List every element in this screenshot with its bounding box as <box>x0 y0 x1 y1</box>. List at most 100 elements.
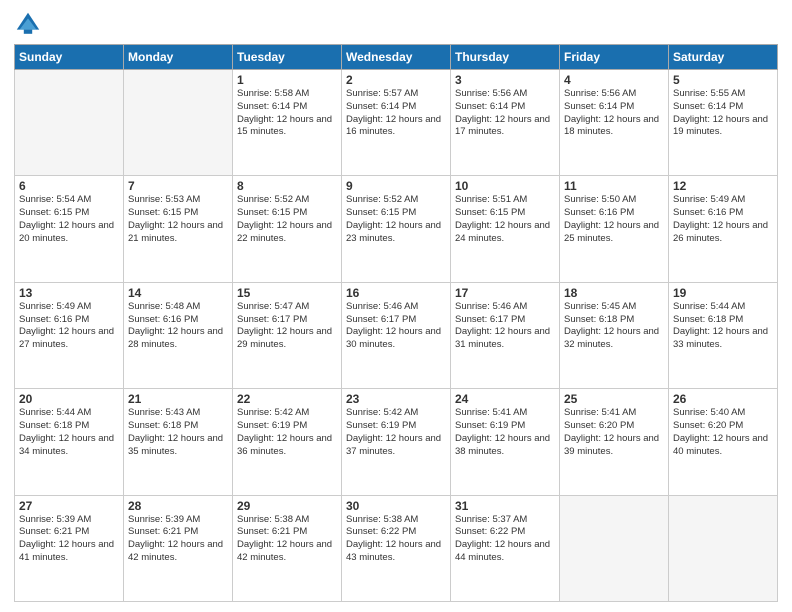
day-info: Sunrise: 5:40 AMSunset: 6:20 PMDaylight:… <box>673 407 773 458</box>
calendar-cell: 16Sunrise: 5:46 AMSunset: 6:17 PMDayligh… <box>342 282 451 388</box>
day-info: Sunrise: 5:48 AMSunset: 6:16 PMDaylight:… <box>128 301 228 352</box>
day-info: Sunrise: 5:49 AMSunset: 6:16 PMDaylight:… <box>673 194 773 245</box>
day-number: 2 <box>346 73 446 87</box>
calendar-cell: 29Sunrise: 5:38 AMSunset: 6:21 PMDayligh… <box>233 495 342 601</box>
day-info: Sunrise: 5:43 AMSunset: 6:18 PMDaylight:… <box>128 407 228 458</box>
calendar-cell: 6Sunrise: 5:54 AMSunset: 6:15 PMDaylight… <box>15 176 124 282</box>
day-info: Sunrise: 5:50 AMSunset: 6:16 PMDaylight:… <box>564 194 664 245</box>
day-info: Sunrise: 5:46 AMSunset: 6:17 PMDaylight:… <box>455 301 555 352</box>
day-info: Sunrise: 5:38 AMSunset: 6:22 PMDaylight:… <box>346 514 446 565</box>
day-number: 9 <box>346 179 446 193</box>
header <box>14 10 778 38</box>
day-number: 15 <box>237 286 337 300</box>
calendar-cell: 22Sunrise: 5:42 AMSunset: 6:19 PMDayligh… <box>233 389 342 495</box>
calendar-cell: 23Sunrise: 5:42 AMSunset: 6:19 PMDayligh… <box>342 389 451 495</box>
day-info: Sunrise: 5:55 AMSunset: 6:14 PMDaylight:… <box>673 88 773 139</box>
day-info: Sunrise: 5:56 AMSunset: 6:14 PMDaylight:… <box>564 88 664 139</box>
day-number: 24 <box>455 392 555 406</box>
calendar-cell: 2Sunrise: 5:57 AMSunset: 6:14 PMDaylight… <box>342 70 451 176</box>
calendar-cell: 28Sunrise: 5:39 AMSunset: 6:21 PMDayligh… <box>124 495 233 601</box>
day-number: 26 <box>673 392 773 406</box>
calendar-cell: 31Sunrise: 5:37 AMSunset: 6:22 PMDayligh… <box>451 495 560 601</box>
day-number: 27 <box>19 499 119 513</box>
calendar-cell <box>560 495 669 601</box>
day-number: 1 <box>237 73 337 87</box>
day-info: Sunrise: 5:54 AMSunset: 6:15 PMDaylight:… <box>19 194 119 245</box>
calendar-cell <box>669 495 778 601</box>
day-info: Sunrise: 5:41 AMSunset: 6:20 PMDaylight:… <box>564 407 664 458</box>
logo-icon <box>14 10 42 38</box>
calendar-cell: 4Sunrise: 5:56 AMSunset: 6:14 PMDaylight… <box>560 70 669 176</box>
day-number: 20 <box>19 392 119 406</box>
day-number: 4 <box>564 73 664 87</box>
day-info: Sunrise: 5:45 AMSunset: 6:18 PMDaylight:… <box>564 301 664 352</box>
day-number: 29 <box>237 499 337 513</box>
day-info: Sunrise: 5:49 AMSunset: 6:16 PMDaylight:… <box>19 301 119 352</box>
calendar-cell: 8Sunrise: 5:52 AMSunset: 6:15 PMDaylight… <box>233 176 342 282</box>
calendar-cell: 26Sunrise: 5:40 AMSunset: 6:20 PMDayligh… <box>669 389 778 495</box>
day-info: Sunrise: 5:57 AMSunset: 6:14 PMDaylight:… <box>346 88 446 139</box>
calendar-cell: 18Sunrise: 5:45 AMSunset: 6:18 PMDayligh… <box>560 282 669 388</box>
day-number: 21 <box>128 392 228 406</box>
calendar-cell: 19Sunrise: 5:44 AMSunset: 6:18 PMDayligh… <box>669 282 778 388</box>
day-info: Sunrise: 5:44 AMSunset: 6:18 PMDaylight:… <box>673 301 773 352</box>
day-header-monday: Monday <box>124 45 233 70</box>
day-number: 25 <box>564 392 664 406</box>
day-info: Sunrise: 5:46 AMSunset: 6:17 PMDaylight:… <box>346 301 446 352</box>
calendar-cell: 20Sunrise: 5:44 AMSunset: 6:18 PMDayligh… <box>15 389 124 495</box>
calendar-cell <box>124 70 233 176</box>
calendar-cell: 10Sunrise: 5:51 AMSunset: 6:15 PMDayligh… <box>451 176 560 282</box>
day-info: Sunrise: 5:51 AMSunset: 6:15 PMDaylight:… <box>455 194 555 245</box>
day-number: 8 <box>237 179 337 193</box>
calendar-cell: 1Sunrise: 5:58 AMSunset: 6:14 PMDaylight… <box>233 70 342 176</box>
day-number: 13 <box>19 286 119 300</box>
day-number: 18 <box>564 286 664 300</box>
calendar-cell: 5Sunrise: 5:55 AMSunset: 6:14 PMDaylight… <box>669 70 778 176</box>
calendar-cell: 11Sunrise: 5:50 AMSunset: 6:16 PMDayligh… <box>560 176 669 282</box>
day-number: 7 <box>128 179 228 193</box>
day-number: 31 <box>455 499 555 513</box>
logo <box>14 10 46 38</box>
calendar-cell: 21Sunrise: 5:43 AMSunset: 6:18 PMDayligh… <box>124 389 233 495</box>
week-row-4: 20Sunrise: 5:44 AMSunset: 6:18 PMDayligh… <box>15 389 778 495</box>
day-header-thursday: Thursday <box>451 45 560 70</box>
week-row-3: 13Sunrise: 5:49 AMSunset: 6:16 PMDayligh… <box>15 282 778 388</box>
page: SundayMondayTuesdayWednesdayThursdayFrid… <box>0 0 792 612</box>
calendar-cell <box>15 70 124 176</box>
calendar-cell: 13Sunrise: 5:49 AMSunset: 6:16 PMDayligh… <box>15 282 124 388</box>
day-number: 12 <box>673 179 773 193</box>
calendar-table: SundayMondayTuesdayWednesdayThursdayFrid… <box>14 44 778 602</box>
day-number: 5 <box>673 73 773 87</box>
week-row-2: 6Sunrise: 5:54 AMSunset: 6:15 PMDaylight… <box>15 176 778 282</box>
day-header-sunday: Sunday <box>15 45 124 70</box>
day-info: Sunrise: 5:53 AMSunset: 6:15 PMDaylight:… <box>128 194 228 245</box>
day-number: 14 <box>128 286 228 300</box>
day-header-wednesday: Wednesday <box>342 45 451 70</box>
calendar-cell: 30Sunrise: 5:38 AMSunset: 6:22 PMDayligh… <box>342 495 451 601</box>
day-info: Sunrise: 5:39 AMSunset: 6:21 PMDaylight:… <box>19 514 119 565</box>
days-header-row: SundayMondayTuesdayWednesdayThursdayFrid… <box>15 45 778 70</box>
day-header-saturday: Saturday <box>669 45 778 70</box>
day-info: Sunrise: 5:37 AMSunset: 6:22 PMDaylight:… <box>455 514 555 565</box>
calendar-cell: 3Sunrise: 5:56 AMSunset: 6:14 PMDaylight… <box>451 70 560 176</box>
calendar-cell: 25Sunrise: 5:41 AMSunset: 6:20 PMDayligh… <box>560 389 669 495</box>
calendar-cell: 27Sunrise: 5:39 AMSunset: 6:21 PMDayligh… <box>15 495 124 601</box>
day-info: Sunrise: 5:58 AMSunset: 6:14 PMDaylight:… <box>237 88 337 139</box>
week-row-1: 1Sunrise: 5:58 AMSunset: 6:14 PMDaylight… <box>15 70 778 176</box>
day-info: Sunrise: 5:42 AMSunset: 6:19 PMDaylight:… <box>237 407 337 458</box>
day-info: Sunrise: 5:38 AMSunset: 6:21 PMDaylight:… <box>237 514 337 565</box>
day-info: Sunrise: 5:52 AMSunset: 6:15 PMDaylight:… <box>346 194 446 245</box>
day-header-tuesday: Tuesday <box>233 45 342 70</box>
calendar-cell: 14Sunrise: 5:48 AMSunset: 6:16 PMDayligh… <box>124 282 233 388</box>
calendar-cell: 12Sunrise: 5:49 AMSunset: 6:16 PMDayligh… <box>669 176 778 282</box>
day-number: 30 <box>346 499 446 513</box>
day-number: 6 <box>19 179 119 193</box>
day-number: 10 <box>455 179 555 193</box>
day-info: Sunrise: 5:41 AMSunset: 6:19 PMDaylight:… <box>455 407 555 458</box>
day-header-friday: Friday <box>560 45 669 70</box>
calendar-cell: 17Sunrise: 5:46 AMSunset: 6:17 PMDayligh… <box>451 282 560 388</box>
day-number: 16 <box>346 286 446 300</box>
day-info: Sunrise: 5:47 AMSunset: 6:17 PMDaylight:… <box>237 301 337 352</box>
calendar-cell: 24Sunrise: 5:41 AMSunset: 6:19 PMDayligh… <box>451 389 560 495</box>
calendar-cell: 9Sunrise: 5:52 AMSunset: 6:15 PMDaylight… <box>342 176 451 282</box>
